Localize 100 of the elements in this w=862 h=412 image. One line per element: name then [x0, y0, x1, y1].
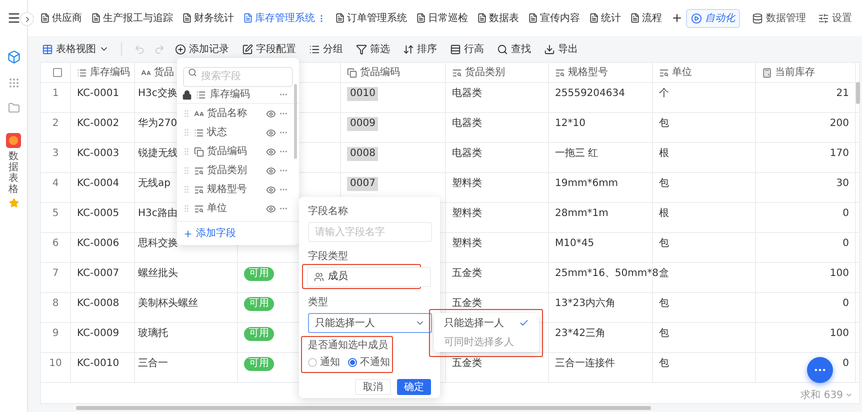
search-icon [188, 68, 197, 76]
eye-icon[interactable] [266, 184, 276, 194]
table-cell: 美制杯头螺丝 [138, 297, 198, 311]
input-field[interactable]: 请输入字段名字 [308, 222, 432, 242]
horizontal-scrollbar[interactable] [76, 406, 651, 410]
table-cell: 8 [52, 297, 59, 311]
header-link[interactable]: 设置 [818, 10, 852, 26]
toolbar-button[interactable]: 行高 [450, 42, 484, 56]
tab[interactable]: 财务统计 [182, 10, 234, 26]
toolbar-button[interactable]: 添加记录 [175, 42, 229, 56]
document-icon [182, 13, 192, 23]
radio-option[interactable]: 通知 [308, 355, 340, 370]
table-cell: 0 [842, 207, 849, 221]
column-header[interactable]: 规格型号 [568, 65, 608, 80]
table-cell: 21 [836, 87, 849, 101]
drag-handle-icon[interactable] [182, 128, 191, 137]
eye-icon[interactable] [266, 146, 276, 156]
column-header[interactable]: 货品编码 [360, 65, 400, 80]
table-cell: 思科交换 [138, 237, 178, 251]
mode-select[interactable]: 只能选择一人 [308, 313, 432, 333]
field-name[interactable]: 货品类别 [207, 163, 247, 178]
menu-icon[interactable] [6, 11, 20, 25]
table-cell: KC-0005 [77, 207, 120, 221]
column-header[interactable]: 当前库存 [775, 65, 815, 80]
table-cell: 170 [830, 147, 849, 161]
checkbox[interactable] [53, 68, 62, 77]
tab[interactable]: 统计 [589, 10, 621, 26]
table-cell: 23*42三角 [555, 327, 606, 341]
cube-icon[interactable] [6, 50, 20, 64]
toolbar-button[interactable]: 筛选 [356, 42, 390, 56]
filter-icon [356, 44, 367, 54]
tab[interactable]: 数据表 [477, 10, 519, 26]
database-icon [752, 12, 763, 24]
view-selector[interactable]: 表格视图 [42, 42, 109, 56]
confirm-button[interactable]: 确定 [397, 379, 431, 395]
drag-handle-icon[interactable] [182, 147, 191, 156]
grid-icon[interactable] [8, 77, 20, 89]
table-cell: 五金类 [452, 357, 482, 371]
field-name[interactable]: 货品编码 [207, 144, 247, 159]
drag-handle-icon[interactable] [182, 204, 191, 213]
tab[interactable]: 库存管理系统 [243, 10, 326, 26]
app-icon[interactable] [6, 133, 21, 148]
code-chip: 0009 [347, 117, 378, 131]
field-name[interactable]: 状态 [207, 125, 227, 140]
tab[interactable]: 订单管理系统 [335, 10, 407, 26]
drag-handle-icon[interactable] [182, 166, 191, 175]
column-header[interactable]: 货品类别 [465, 65, 505, 80]
drag-handle-icon[interactable] [182, 109, 191, 118]
table-cell: 塑料类 [452, 177, 482, 191]
caret-icon[interactable] [845, 391, 853, 399]
header-link[interactable]: 数据管理 [752, 10, 806, 26]
column-header[interactable]: 库存编码 [90, 65, 130, 80]
star-icon[interactable] [8, 198, 18, 208]
field-label: 是否通知选中成员 [308, 339, 389, 352]
tab[interactable]: 日常巡检 [416, 10, 468, 26]
table-icon [42, 44, 53, 54]
tab[interactable]: 供应商 [40, 10, 82, 26]
list-icon [309, 44, 320, 54]
folder-icon[interactable] [8, 102, 20, 114]
add-tab-icon[interactable] [671, 12, 683, 24]
tab[interactable]: 宣传内容 [528, 10, 580, 26]
radio-button[interactable] [308, 358, 317, 367]
eye-icon[interactable] [266, 108, 276, 118]
toolbar-button[interactable]: 字段配置 [242, 42, 296, 56]
table-cell: 30 [836, 177, 849, 191]
tab[interactable]: 流程 [630, 10, 662, 26]
drag-handle-icon[interactable] [182, 185, 191, 194]
field-name[interactable]: 货品名称 [207, 106, 247, 121]
edit-icon [242, 44, 253, 54]
eye-icon[interactable] [266, 128, 276, 138]
eye-icon[interactable] [266, 204, 276, 214]
radio-button[interactable] [348, 358, 357, 367]
table-cell: 200 [830, 117, 849, 131]
search-field[interactable]: 搜索字段 [183, 66, 293, 86]
radio-option[interactable]: 不通知 [348, 355, 390, 370]
cancel-button[interactable]: 取消 [355, 379, 391, 395]
eye-icon[interactable] [266, 166, 276, 176]
plus-circle-icon [175, 44, 186, 54]
panel-scrollbar[interactable] [294, 84, 297, 159]
vertical-scrollbar[interactable] [856, 82, 860, 104]
tab[interactable]: 生产报工与追踪 [91, 10, 173, 26]
field-name[interactable]: 规格型号 [207, 182, 247, 197]
table-cell: 2 [52, 117, 59, 131]
toolbar-button[interactable]: 排序 [403, 42, 437, 56]
code-chip: 0010 [347, 87, 378, 101]
table-cell: 1 [52, 87, 59, 101]
column-header[interactable]: 单位 [672, 65, 692, 80]
select-type-icon [194, 184, 204, 194]
automation-button[interactable]: 自动化 [686, 8, 740, 28]
add-field-link[interactable]: 添加字段 [183, 226, 236, 241]
field-name[interactable]: 单位 [207, 201, 227, 216]
table-cell: 包 [659, 177, 669, 191]
column-header[interactable]: 货品 [154, 65, 174, 80]
table-cell: 12*10 [555, 117, 586, 131]
toolbar-button[interactable]: 查找 [497, 42, 531, 56]
toolbar-button[interactable]: 分组 [309, 42, 343, 56]
dropdown-option[interactable]: 只能选择一人 [434, 314, 539, 332]
toolbar-button[interactable]: 导出 [544, 42, 578, 56]
type-select[interactable]: 成员 [307, 266, 431, 286]
table-cell: 无线ap [138, 177, 170, 191]
